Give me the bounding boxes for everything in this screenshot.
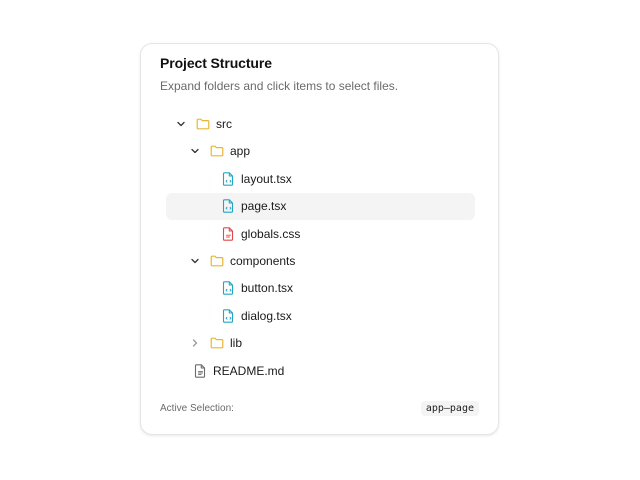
- tsx-file-icon: [221, 172, 235, 186]
- tree-item-label: components: [230, 254, 296, 268]
- tree-item-label: button.tsx: [241, 281, 294, 296]
- folder-icon: [210, 336, 224, 350]
- tree-file-item[interactable]: layout.tsx: [166, 166, 475, 193]
- tsx-file-icon: [221, 199, 235, 213]
- css-file-icon: [221, 226, 235, 241]
- tsx-file-icon: [221, 309, 235, 323]
- folder-icon: [210, 144, 224, 158]
- chevron-down-icon[interactable]: [190, 256, 200, 266]
- tree-folder-app[interactable]: app: [166, 138, 475, 165]
- tree-item-label: README.md: [213, 363, 285, 378]
- selection-footer: Active Selection: app–page: [160, 401, 479, 417]
- tsx-file-icon: [221, 281, 235, 296]
- card-title: Project Structure: [160, 55, 272, 71]
- chevron-right-icon[interactable]: [190, 338, 200, 348]
- tree-file-item[interactable]: page.tsx: [166, 193, 475, 221]
- tree-item-label: page.tsx: [241, 199, 287, 214]
- tree-folder-components[interactable]: components: [166, 248, 475, 275]
- text-file-icon: [193, 363, 207, 378]
- card-description: Expand folders and click items to select…: [160, 79, 399, 93]
- tree-file-item[interactable]: button.tsx: [166, 275, 475, 302]
- chevron-down-icon[interactable]: [190, 146, 200, 156]
- active-selection-value: app–page: [420, 401, 479, 416]
- tree-item-label: layout.tsx: [241, 171, 292, 186]
- tree-item-label: src: [216, 117, 232, 131]
- tree-folder-lib[interactable]: lib: [166, 330, 475, 357]
- tree-item-label: app: [230, 144, 251, 159]
- tree-folder-src[interactable]: src: [166, 111, 475, 138]
- folder-icon: [210, 254, 224, 268]
- chevron-down-icon[interactable]: [176, 119, 186, 129]
- tree-item-label: lib: [230, 336, 243, 351]
- active-selection-label: Active Selection:: [160, 403, 234, 414]
- tree-item-label: globals.css: [241, 226, 301, 241]
- tree-file-item[interactable]: dialog.tsx: [166, 303, 475, 330]
- tree-file-item[interactable]: README.md: [166, 358, 475, 385]
- folder-icon: [196, 117, 210, 131]
- project-structure-card: Project Structure Expand folders and cli…: [140, 43, 499, 435]
- tree-file-item[interactable]: globals.css: [166, 221, 475, 248]
- tree-item-label: dialog.tsx: [241, 308, 292, 323]
